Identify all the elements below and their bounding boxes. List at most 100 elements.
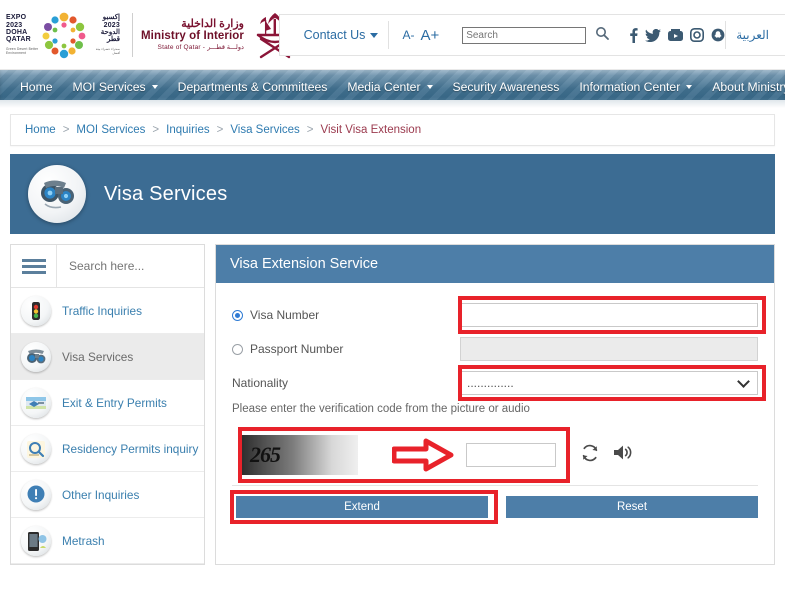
font-decrease-button[interactable]: A- [402,28,414,42]
breadcrumb-separator: > [306,124,314,136]
visa-extension-panel: Visa Extension Service Visa Number Passp… [215,244,775,565]
contact-us-menu[interactable]: Contact Us [294,15,389,55]
captcha-controls [580,443,633,468]
visa-number-radio[interactable] [232,309,243,321]
sidebar-item-traffic-inquiries[interactable]: Traffic Inquiries [11,288,204,334]
exit-entry-icon [21,387,51,418]
ministry-of-interior-logo[interactable]: وزارة الداخلية Ministry of Interior Stat… [141,9,299,61]
ministry-name-english: Ministry of Interior [141,30,244,43]
expo-logo-arabic-text: إكسبو 2023 الدوحة قطر صحراء خضراء بيئة أ… [88,14,120,54]
instagram-icon[interactable] [690,28,705,42]
nav-label: About Ministry [712,80,785,94]
visa-services-icon [28,165,86,223]
nav-item-security-awareness[interactable]: Security Awareness [443,80,570,94]
youtube-icon[interactable] [668,28,684,42]
twitter-icon[interactable] [645,28,662,42]
nav-label: Media Center [347,80,421,94]
service-banner: Visa Services [10,154,775,234]
nav-label: Security Awareness [452,80,560,94]
speaker-icon[interactable] [612,443,633,467]
chevron-down-icon [370,32,379,38]
captcha-input[interactable] [466,443,556,467]
breadcrumb-separator: > [216,124,224,136]
search-input[interactable] [462,26,587,44]
ministry-name-arabic: وزارة الداخلية [181,17,244,30]
passport-number-radio[interactable] [232,343,243,355]
passport-number-label: Passport Number [250,342,344,356]
snapchat-icon[interactable] [711,28,725,42]
nav-item-home[interactable]: Home [10,80,63,94]
nav-item-departments-committees[interactable]: Departments & Committees [168,80,338,94]
page-content: Traffic Inquiries Visa Services Exit & E… [0,234,785,565]
passport-number-option[interactable]: Passport Number [232,342,460,356]
breadcrumb-item-moi-services[interactable]: MOI Services [76,124,145,136]
sidebar-item-label: Exit & Entry Permits [62,395,167,410]
nav-label: MOI Services [72,80,146,94]
nav-item-media-center[interactable]: Media Center [337,80,442,94]
service-banner-container: Visa Services [0,146,785,234]
facebook-icon[interactable] [629,27,638,43]
expo-2023-logo[interactable]: EXPO 2023 DOHA QATAR Green Desert Better… [6,6,124,64]
hamburger-icon[interactable] [11,245,57,287]
visa-number-row: Visa Number [232,296,766,334]
expo-logo-english-tagline: Green Desert Better Environment [6,46,39,55]
passport-number-row: Passport Number [232,337,758,361]
chevron-down-icon [686,85,693,89]
passport-number-input[interactable] [460,337,758,361]
metrash-phone-icon [21,525,51,556]
header-divider [132,12,133,57]
main-navigation: Home MOI Services Departments & Committe… [0,70,785,104]
nationality-row: Nationality .............. [232,365,766,401]
breadcrumb-separator: > [62,124,70,136]
nav-item-information-center[interactable]: Information Center [569,80,702,94]
sidebar-item-label: Metrash [62,533,105,548]
breadcrumb-separator: > [152,124,160,136]
nationality-selected-value: .............. [467,376,514,390]
info-exclamation-icon [21,479,51,510]
nav-label: Information Center [579,80,681,94]
breadcrumb-item-visa-services[interactable]: Visa Services [230,124,299,136]
search-icon[interactable] [595,26,610,45]
nav-label: Departments & Committees [177,80,328,94]
nav-item-moi-services[interactable]: MOI Services [63,80,168,94]
breadcrumb: Home > MOI Services > Inquiries > Visa S… [10,114,775,146]
residency-icon [21,433,51,464]
sidebar-item-label: Visa Services [62,349,134,364]
language-switcher[interactable]: العربية [726,15,779,55]
captcha-hint: Please enter the verification code from … [232,403,530,415]
nationality-select[interactable]: .............. [460,371,758,395]
ministry-state-line: State of Qatar - دولـــة قطـــر [141,44,244,51]
sidebar-item-visa-services[interactable]: Visa Services [11,334,204,380]
extend-button[interactable]: Extend [236,496,488,518]
sidebar-item-residency-permits-inquiry[interactable]: Residency Permits inquiry [11,426,204,472]
breadcrumb-current-page: Visit Visa Extension [320,124,422,136]
ministry-state-arabic: دولـــة قطـــر [207,43,244,51]
sidebar-item-other-inquiries[interactable]: Other Inquiries [11,472,204,518]
chevron-down-icon [151,85,158,89]
expo-logo-arabic-tagline: صحراء خضراء بيئة أفضل [95,46,120,55]
visa-number-input[interactable] [460,303,758,327]
nav-item-about-ministry[interactable]: About Ministry [702,80,785,94]
header-utility-bar: Contact Us A- A+ العربية [278,14,785,56]
arabic-language-label: العربية [736,28,769,42]
sidebar-search-input[interactable] [57,258,197,274]
refresh-icon[interactable] [580,443,600,468]
sidebar-search-row [11,245,204,288]
traffic-light-icon [21,295,51,326]
chevron-down-icon [737,374,750,388]
sidebar-item-exit-entry-permits[interactable]: Exit & Entry Permits [11,380,204,426]
services-sidebar: Traffic Inquiries Visa Services Exit & E… [10,244,205,565]
visa-number-option[interactable]: Visa Number [232,308,460,322]
sidebar-item-metrash[interactable]: Metrash [11,518,204,564]
font-size-controls: A- A+ [389,15,452,55]
breadcrumb-item-inquiries[interactable]: Inquiries [166,124,209,136]
right-arrow-annotation [391,438,454,472]
font-increase-button[interactable]: A+ [420,27,439,44]
panel-title: Visa Extension Service [216,245,774,283]
breadcrumb-container: Home > MOI Services > Inquiries > Visa S… [0,104,785,146]
reset-button[interactable]: Reset [506,496,758,518]
contact-us-label: Contact Us [303,28,366,42]
form-divider [232,485,758,486]
ministry-name-block: وزارة الداخلية Ministry of Interior Stat… [141,18,244,51]
breadcrumb-item-home[interactable]: Home [25,124,56,136]
